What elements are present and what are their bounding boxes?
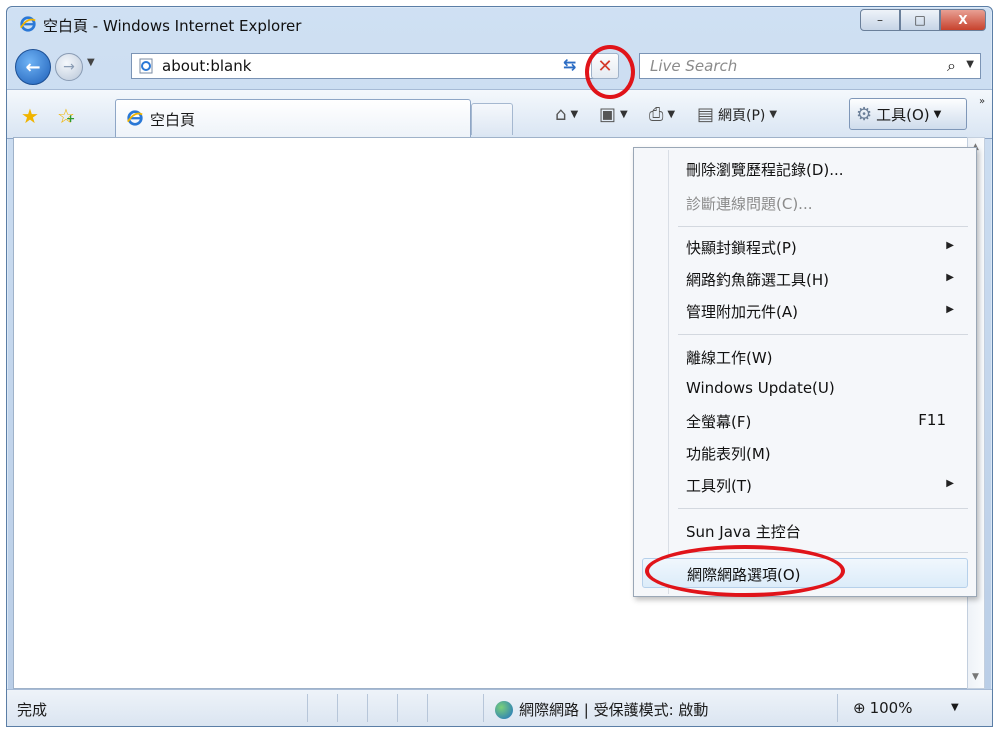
menu-item-label: 診斷連線問題(C)... [686,195,813,213]
forward-arrow-icon: → [63,59,75,75]
feeds-icon: ▣ [599,104,617,125]
forward-button[interactable]: → [55,53,83,81]
print-button[interactable]: ⎙ ▼ [649,104,675,125]
tab-command-bar: ★ ☆+ 空白頁 ⌂▼ ▣▼ ⎙▼ ▤ 網頁(P) ▼ ⚙ 工具(O) [7,89,992,139]
security-zone[interactable]: 網際網路 | 受保護模式: 啟動 [495,699,708,720]
annotation-circle-internet-options [645,545,845,597]
caption-buttons: – □ X [860,9,986,31]
page-menu-label: 網頁(P) [718,107,766,124]
ie-logo-icon [127,110,143,126]
print-icon: ⎙ [649,104,664,125]
ie-logo-icon [20,16,36,32]
menu-item-menu-bar[interactable]: 功能表列(M) [642,438,968,468]
feeds-button[interactable]: ▣ ▼ [599,104,628,125]
navigation-bar: ← → ▼ about:blank ▼ ⇆ ✕ Live Search ⌕ ▼ [7,43,992,89]
ie-window: 空白頁 - Windows Internet Explorer – □ X ← … [6,6,993,727]
page-icon: ▤ [697,104,715,125]
zoom-dropdown-icon[interactable]: ▼ [951,702,959,713]
status-divider [837,694,838,722]
search-box[interactable]: Live Search ⌕ ▼ [639,53,981,79]
menu-item-sun-java-console[interactable]: Sun Java 主控台 [642,516,968,546]
menu-item-label: Sun Java 主控台 [686,523,801,541]
recent-pages-dropdown[interactable]: ▼ [87,57,95,68]
status-divider [397,694,398,722]
chevron-down-icon: ▼ [667,109,676,120]
maximize-button[interactable]: □ [900,9,940,31]
submenu-arrow-icon: ▶ [946,240,954,251]
search-input[interactable]: Live Search [650,57,737,75]
menu-item-full-screen[interactable]: 全螢幕(F) F11 [642,406,968,436]
menu-item-label: 刪除瀏覽歷程記錄(D)... [686,161,844,179]
status-divider [307,694,308,722]
search-icon[interactable]: ⌕ [947,56,956,76]
menu-item-delete-history[interactable]: 刪除瀏覽歷程記錄(D)... [642,154,968,184]
submenu-arrow-icon: ▶ [946,304,954,315]
more-commands-icon[interactable]: » [979,96,985,107]
status-text: 完成 [17,701,48,719]
menu-separator [678,508,968,509]
submenu-arrow-icon: ▶ [946,272,954,283]
menu-item-diagnose-connection: 診斷連線問題(C)... [642,188,968,218]
menu-item-label: 功能表列(M) [686,445,771,463]
menu-item-label: 工具列(T) [686,477,752,495]
globe-icon [495,700,513,719]
close-button[interactable]: X [940,9,986,31]
page-icon [139,58,153,74]
menu-item-popup-blocker[interactable]: 快顯封鎖程式(P) ▶ [642,232,968,262]
chevron-down-icon: ▼ [620,109,628,120]
menu-item-phishing-filter[interactable]: 網路釣魚篩選工具(H) ▶ [642,264,968,294]
menu-separator [678,226,968,227]
tools-menu-button[interactable]: ⚙ 工具(O) ▼ [849,98,967,130]
zoom-level: 100% [869,699,913,717]
back-arrow-icon: ← [25,56,41,78]
zoom-control[interactable]: ⊕ 100% [853,699,912,717]
scroll-down-icon[interactable]: ▼ [972,672,979,682]
home-button[interactable]: ⌂ ▼ [555,104,578,125]
status-bar: 完成 網際網路 | 受保護模式: 啟動 ⊕ 100% ▼ [7,689,992,726]
home-icon: ⌂ [555,104,567,125]
menu-separator [678,334,968,335]
annotation-circle-stop [585,45,635,99]
minimize-button[interactable]: – [860,9,900,31]
new-tab-button[interactable] [471,103,513,135]
menu-item-work-offline[interactable]: 離線工作(W) [642,342,968,372]
title-bar: 空白頁 - Windows Internet Explorer – □ X [7,7,992,43]
tab-label: 空白頁 [150,111,196,129]
add-favorites-icon[interactable]: ☆ + [57,104,75,128]
menu-item-label: 網路釣魚篩選工具(H) [686,271,829,289]
menu-item-manage-addons[interactable]: 管理附加元件(A) ▶ [642,296,968,326]
status-divider [367,694,368,722]
menu-item-windows-update[interactable]: Windows Update(U) [642,374,968,404]
address-input[interactable]: about:blank [162,57,251,75]
menu-item-label: 離線工作(W) [686,349,773,367]
search-dropdown-icon[interactable]: ▼ [966,59,974,70]
menu-item-label: Windows Update(U) [686,379,835,397]
tools-menu-label: 工具(O) [876,105,930,124]
menu-item-label: 管理附加元件(A) [686,303,798,321]
page-menu-button[interactable]: ▤ 網頁(P) ▼ [697,104,777,125]
zone-label: 網際網路 | 受保護模式: 啟動 [519,701,709,719]
gear-icon: ⚙ [856,103,873,125]
status-divider [427,694,428,722]
shortcut-key: F11 [918,411,946,429]
chevron-down-icon: ▼ [769,109,778,120]
refresh-button[interactable]: ⇆ [563,55,576,74]
favorites-star-icon[interactable]: ★ [21,104,39,128]
back-button[interactable]: ← [15,49,51,85]
tools-menu: 刪除瀏覽歷程記錄(D)... 診斷連線問題(C)... 快顯封鎖程式(P) ▶ … [633,147,977,597]
chevron-down-icon: ▼ [933,108,942,120]
status-divider [483,694,484,722]
status-divider [337,694,338,722]
menu-item-label: 快顯封鎖程式(P) [686,239,797,257]
submenu-arrow-icon: ▶ [946,478,954,489]
window-title: 空白頁 - Windows Internet Explorer [43,17,302,35]
address-bar[interactable]: about:blank ▼ [131,53,617,79]
zoom-icon: ⊕ [853,699,866,717]
menu-item-label: 全螢幕(F) [686,413,752,431]
tab-blank-page[interactable]: 空白頁 [115,99,471,137]
menu-item-toolbars[interactable]: 工具列(T) ▶ [642,470,968,500]
chevron-down-icon: ▼ [570,109,579,120]
